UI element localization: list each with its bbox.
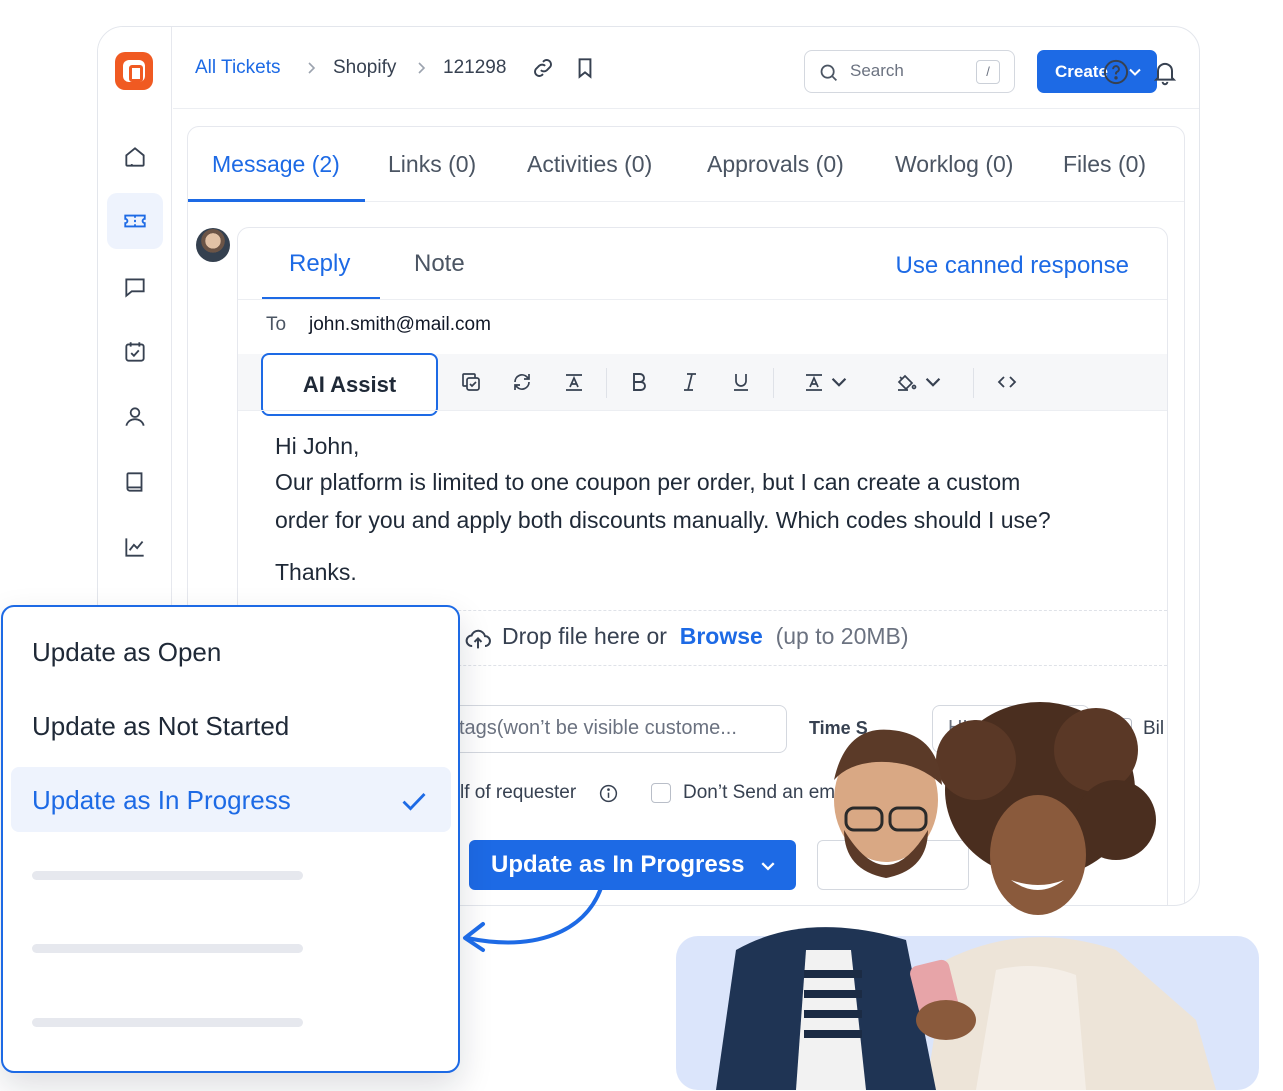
font-color-icon[interactable]	[801, 369, 827, 395]
placeholder-option	[32, 944, 303, 953]
option-update-in-progress[interactable]: Update as In Progress	[32, 785, 291, 816]
create-button-label: Create	[1055, 62, 1108, 81]
people-photo	[716, 702, 1216, 1090]
underline-icon[interactable]	[728, 369, 754, 395]
breadcrumb-company[interactable]: Shopify	[333, 56, 396, 80]
toolbar-separator	[973, 368, 974, 398]
search-placeholder: Search	[850, 61, 904, 80]
search-icon	[820, 64, 837, 81]
ai-assist-button[interactable]: AI Assist	[261, 353, 438, 416]
chat-icon[interactable]	[107, 259, 163, 315]
tab-message[interactable]: Message (2)	[212, 151, 340, 178]
bold-icon[interactable]	[626, 369, 652, 395]
book-icon[interactable]	[107, 454, 163, 510]
chevron-right-icon	[308, 62, 316, 74]
help-icon[interactable]	[1102, 58, 1130, 86]
tab-note[interactable]: Note	[414, 250, 465, 278]
bookmark-icon[interactable]	[572, 55, 598, 81]
message-greeting[interactable]: Hi John,	[275, 433, 359, 460]
text-format-icon[interactable]	[561, 369, 587, 395]
option-update-open[interactable]: Update as Open	[32, 637, 221, 668]
info-icon[interactable]	[598, 783, 619, 804]
user-icon[interactable]	[107, 389, 163, 445]
search-input[interactable]: Search /	[804, 50, 1015, 93]
option-update-not-started[interactable]: Update as Not Started	[32, 711, 289, 742]
to-email[interactable]: john.smith@mail.com	[309, 314, 491, 336]
dont-send-email-checkbox[interactable]	[651, 783, 671, 803]
bell-icon[interactable]	[1151, 58, 1179, 86]
divider	[238, 299, 1167, 300]
tab-approvals[interactable]: Approvals (0)	[707, 151, 844, 178]
upload-cloud-icon	[465, 629, 491, 649]
highlight-icon[interactable]	[893, 369, 919, 395]
brand-logo[interactable]	[115, 52, 153, 90]
tab-worklog[interactable]: Worklog (0)	[895, 151, 1013, 178]
chevron-down-icon[interactable]	[830, 369, 848, 395]
chevron-down-icon	[1129, 68, 1141, 76]
message-line-1[interactable]: Our platform is limited to one coupon pe…	[275, 469, 1020, 496]
tab-reply[interactable]: Reply	[289, 250, 350, 278]
refresh-icon[interactable]	[509, 369, 535, 395]
dropzone-size-hint: (up to 20MB)	[775, 623, 909, 649]
placeholder-option	[32, 1018, 303, 1027]
copy-icon[interactable]	[458, 369, 484, 395]
chevron-down-icon[interactable]	[924, 369, 942, 395]
tab-links[interactable]: Links (0)	[388, 151, 476, 178]
link-icon[interactable]	[530, 55, 556, 81]
message-signoff[interactable]: Thanks.	[275, 559, 357, 586]
to-label: To	[266, 314, 287, 335]
agent-avatar	[196, 228, 230, 262]
browse-link[interactable]: Browse	[680, 623, 763, 649]
search-shortcut-key: /	[976, 60, 1000, 84]
toolbar-separator	[773, 368, 774, 398]
curved-arrow-icon	[463, 886, 603, 952]
top-bar: All Tickets Shopify 121298 Search / Crea…	[173, 27, 1199, 109]
tab-files[interactable]: Files (0)	[1063, 151, 1146, 178]
code-icon[interactable]	[994, 369, 1020, 395]
canned-response-link[interactable]: Use canned response	[896, 252, 1129, 280]
breadcrumb-ticket-id: 121298	[443, 57, 507, 78]
active-tab-indicator	[188, 199, 365, 202]
ticket-icon[interactable]	[107, 193, 163, 249]
behalf-of-requester-label: lf of requester	[460, 782, 577, 803]
home-icon[interactable]	[107, 129, 163, 185]
checkmark-icon	[402, 793, 426, 811]
chevron-right-icon	[418, 62, 426, 74]
italic-icon[interactable]	[677, 369, 703, 395]
message-line-2[interactable]: order for you and apply both discounts m…	[275, 507, 1051, 534]
dropzone-text: Drop file here or Browse (up to 20MB)	[502, 623, 909, 650]
dropzone-label: Drop file here or	[502, 623, 667, 649]
divider	[238, 410, 1167, 411]
chart-icon[interactable]	[107, 519, 163, 575]
editor-toolbar: AI Assist	[238, 353, 1167, 416]
placeholder-option	[32, 871, 303, 880]
calendar-check-icon[interactable]	[107, 324, 163, 380]
breadcrumb-all-tickets[interactable]: All Tickets	[195, 56, 281, 80]
toolbar-separator	[606, 368, 607, 398]
create-button[interactable]: Create	[1037, 50, 1157, 93]
tab-activities[interactable]: Activities (0)	[527, 151, 652, 178]
status-dropdown-menu: Update as Open Update as Not Started Upd…	[1, 605, 460, 1073]
